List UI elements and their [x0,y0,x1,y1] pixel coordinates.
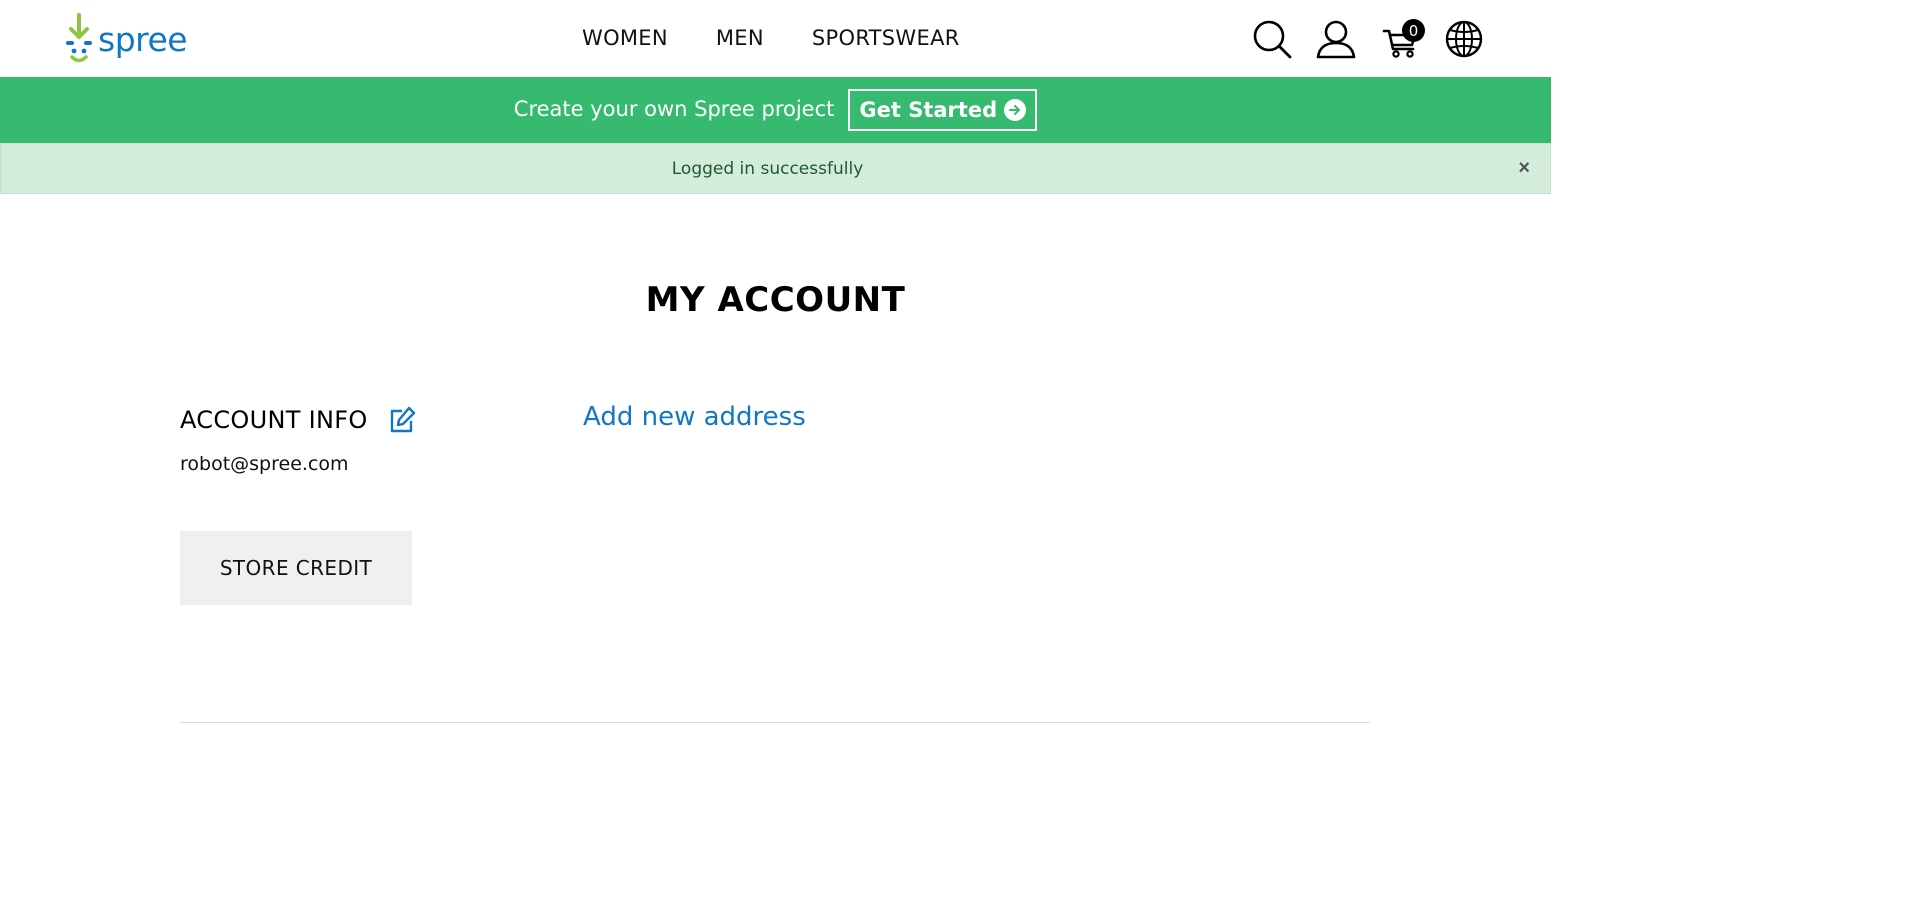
account-icon [1316,20,1356,59]
nav-item-women[interactable]: WOMEN [582,22,668,54]
spree-logo[interactable]: spree [64,12,188,64]
page: spree WOMEN MEN SPORTSWEAR 0 Create your… [0,0,1551,923]
arrow-right-circle-icon [1004,99,1027,121]
get-started-label: Get Started [859,98,998,122]
account-info-heading: ACCOUNT INFO [180,406,416,434]
promo-text: Create your own Spree project [513,97,835,121]
account-info-heading-text: ACCOUNT INFO [180,406,368,434]
page-title: MY ACCOUNT [645,280,906,320]
store-credit-button[interactable]: STORE CREDIT [180,531,412,605]
section-divider [180,722,1370,723]
cart-button[interactable]: 0 [1379,18,1425,60]
account-email: robot@spree.com [180,453,349,475]
edit-icon [390,406,415,433]
site-header: spree WOMEN MEN SPORTSWEAR 0 [0,0,1551,77]
promo-banner: Create your own Spree project Get Starte… [0,77,1551,143]
search-icon [1253,20,1292,59]
logo-text: spree [98,19,188,59]
get-started-button[interactable]: Get Started [848,89,1038,131]
account-button[interactable] [1315,18,1357,60]
nav-item-sportswear[interactable]: SPORTSWEAR [812,22,960,54]
main-nav: WOMEN MEN SPORTSWEAR [582,22,1008,54]
add-new-address-link[interactable]: Add new address [583,402,806,432]
close-icon[interactable]: × [1518,157,1530,179]
spree-logo-icon [66,13,92,63]
cart-count-badge: 0 [1402,19,1425,42]
locale-button[interactable] [1443,18,1485,60]
flash-message-text: Logged in successfully [671,158,864,179]
search-button[interactable] [1251,18,1293,60]
nav-item-men[interactable]: MEN [716,22,764,54]
edit-account-button[interactable] [388,406,416,434]
globe-icon [1445,20,1483,58]
flash-message: Logged in successfully × [0,143,1551,194]
